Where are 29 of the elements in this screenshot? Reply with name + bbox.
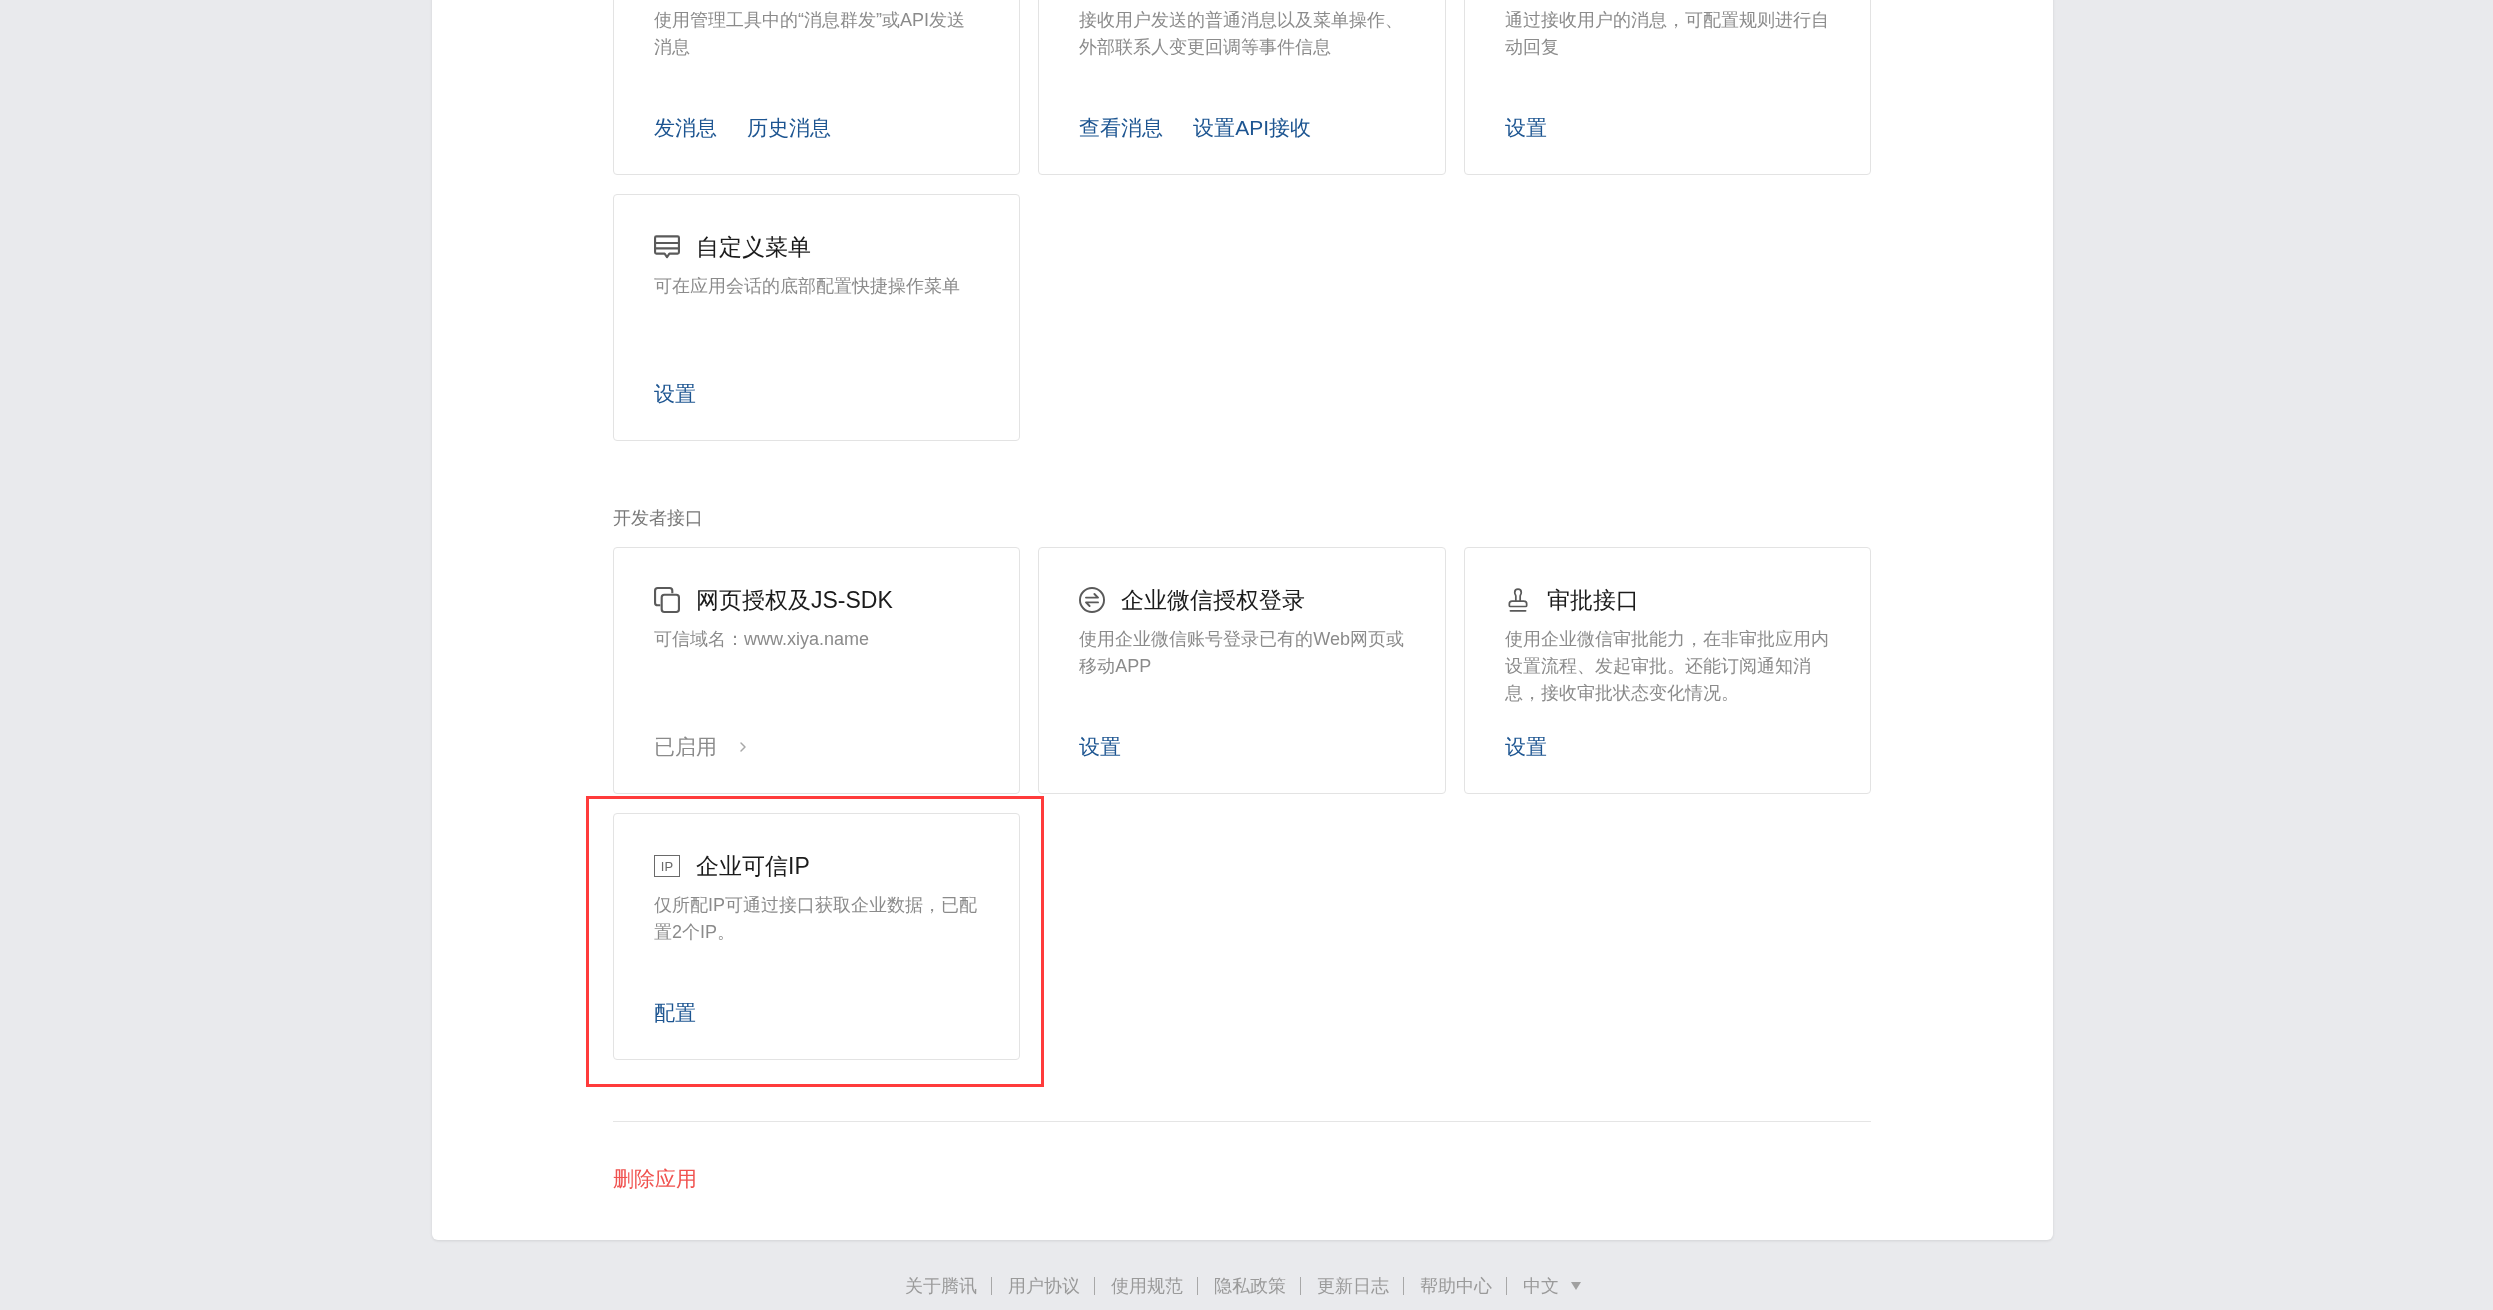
action-link[interactable]: 设置API接收 — [1193, 113, 1312, 143]
card-description: 可在应用会话的底部配置快捷操作菜单 — [654, 275, 961, 298]
card-title: 网页授权及JS-SDK — [696, 586, 893, 615]
action-link[interactable]: 设置 — [1504, 113, 1547, 143]
ip-icon: IP — [654, 855, 680, 877]
card-description: 使用企业微信审批能力，在非审批应用内设置流程、发起审批。还能订阅通知消息，接收审批状态变化情况。 — [1504, 628, 1830, 705]
action-link[interactable]: 设置 — [1079, 732, 1122, 762]
action-link[interactable]: 发消息 — [654, 113, 717, 143]
overlapping-squares-icon — [654, 587, 680, 613]
delete-app-link[interactable]: 删除应用 — [613, 1164, 697, 1194]
action-link[interactable]: 配置 — [654, 998, 696, 1028]
card-description: 通过接收用户的消息，可配置规则进行自动回复 — [1504, 9, 1830, 59]
card-title: 企业可信IP — [696, 852, 810, 881]
card-description: 使用企业微信账号登录已有的Web网页或移动APP — [1079, 628, 1405, 678]
action-link[interactable]: 历史消息 — [747, 113, 831, 143]
card-description: 使用管理工具中的“消息群发”或API发送消息 — [654, 9, 966, 59]
card-title: 审批接口 — [1546, 586, 1639, 615]
card-description: 可信域名：www.xiya.name — [654, 628, 871, 651]
action-link[interactable]: 设置 — [1504, 732, 1547, 762]
card-title: 企业微信授权登录 — [1121, 586, 1306, 615]
action-link[interactable]: 设置 — [654, 379, 696, 409]
card-title: 自定义菜单 — [696, 233, 811, 262]
card-description: 仅所配IP可通过接口获取企业数据，已配置2个IP。 — [654, 894, 978, 944]
card-description: 接收用户发送的普通消息以及菜单操作、外部联系人变更回调等事件信息 — [1079, 9, 1405, 59]
caret-icon — [1570, 1282, 1581, 1290]
chat-bubble-icon — [654, 234, 680, 260]
action-link[interactable]: 查看消息 — [1079, 113, 1164, 143]
swap-arrows-circle-icon — [1079, 587, 1106, 613]
section-heading: 开发者接口 — [613, 507, 704, 530]
